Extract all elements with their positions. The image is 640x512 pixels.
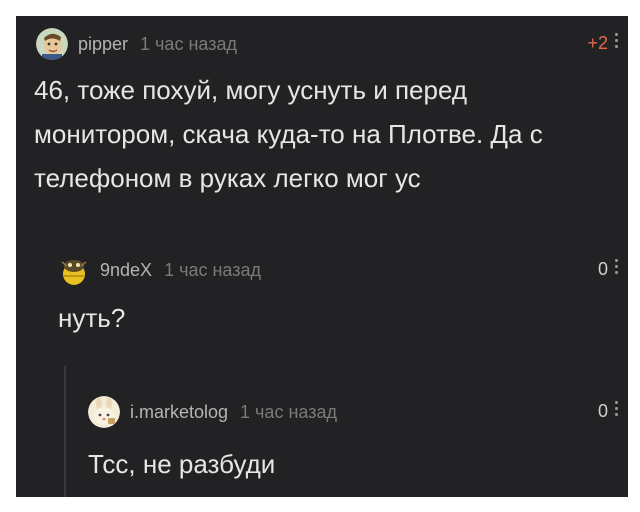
avatar-face-icon[interactable]: [36, 28, 68, 60]
comment-header: pipper 1 час назад: [36, 28, 237, 60]
comment-text: 46, тоже похуй, могу уснуть и перед мони…: [34, 68, 543, 200]
rating: 0: [597, 259, 608, 279]
more-options-icon[interactable]: [615, 401, 619, 416]
comment-header: 9ndeX 1 час назад: [58, 254, 261, 286]
comment-text: Тсс, не разбуди: [88, 442, 275, 486]
more-options-icon[interactable]: [615, 33, 619, 48]
comment-text-line: телефоном в руках легко мог ус: [34, 163, 421, 193]
more-options-icon[interactable]: [615, 259, 619, 274]
comment-pipper: pipper 1 час назад +2 46, тоже похуй, мо…: [16, 16, 628, 216]
comment-text: нуть?: [58, 296, 125, 340]
timestamp: 1 час назад: [140, 33, 237, 54]
comment-i-marketolog: i.marketolog 1 час назад 0 Тсс, не разбу…: [16, 386, 628, 497]
timestamp: 1 час назад: [164, 259, 261, 280]
comment-text-line: нуть?: [58, 303, 126, 333]
comment-9ndex: 9ndeX 1 час назад 0 нуть?: [16, 246, 628, 356]
username[interactable]: i.marketolog: [130, 402, 228, 423]
comments-thread: pipper 1 час назад +2 46, тоже похуй, мо…: [16, 16, 628, 497]
rating: 0: [597, 401, 608, 421]
comment-text-line: монитором, скача куда-то на Плотве. Да с: [34, 119, 543, 149]
rating: +2: [587, 33, 608, 53]
comment-text-line: 46, тоже похуй, могу уснуть и перед: [34, 75, 468, 105]
avatar-bee-icon[interactable]: [58, 254, 90, 286]
comment-header: i.marketolog 1 час назад: [88, 396, 337, 428]
username[interactable]: 9ndeX: [100, 260, 152, 281]
timestamp: 1 час назад: [240, 401, 337, 422]
username[interactable]: pipper: [78, 34, 128, 55]
avatar-bunny-icon[interactable]: [88, 396, 120, 428]
comment-text-line: Тсс, не разбуди: [88, 449, 276, 479]
